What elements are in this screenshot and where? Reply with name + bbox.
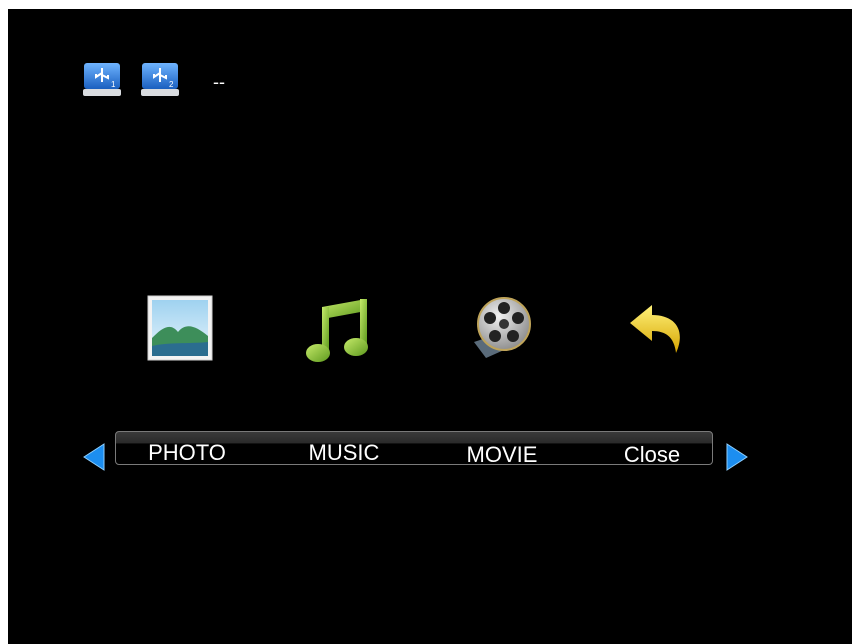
usb-status-text: --: [213, 72, 225, 92]
svg-text:2: 2: [169, 80, 174, 89]
back-arrow-icon[interactable]: [624, 297, 696, 369]
menu-label-bar: PHOTO MUSIC MOVIE Close: [115, 431, 713, 468]
menu-item-close[interactable]: Close: [582, 442, 722, 468]
menu-item-photo[interactable]: PHOTO: [117, 440, 257, 466]
scroll-right-arrow-icon[interactable]: [725, 441, 751, 473]
scroll-left-arrow-icon[interactable]: [80, 441, 106, 473]
music-note-icon[interactable]: [302, 295, 374, 367]
film-reel-icon[interactable]: [464, 292, 536, 364]
media-player-screen: 1 2 --: [8, 9, 852, 644]
menu-item-movie[interactable]: MOVIE: [432, 442, 572, 468]
usb-drive-2-icon[interactable]: 2: [140, 61, 180, 101]
svg-text:1: 1: [111, 80, 116, 89]
usb-drive-1-icon[interactable]: 1: [82, 61, 122, 101]
photo-icon[interactable]: [144, 292, 216, 364]
menu-item-music[interactable]: MUSIC: [274, 440, 414, 466]
